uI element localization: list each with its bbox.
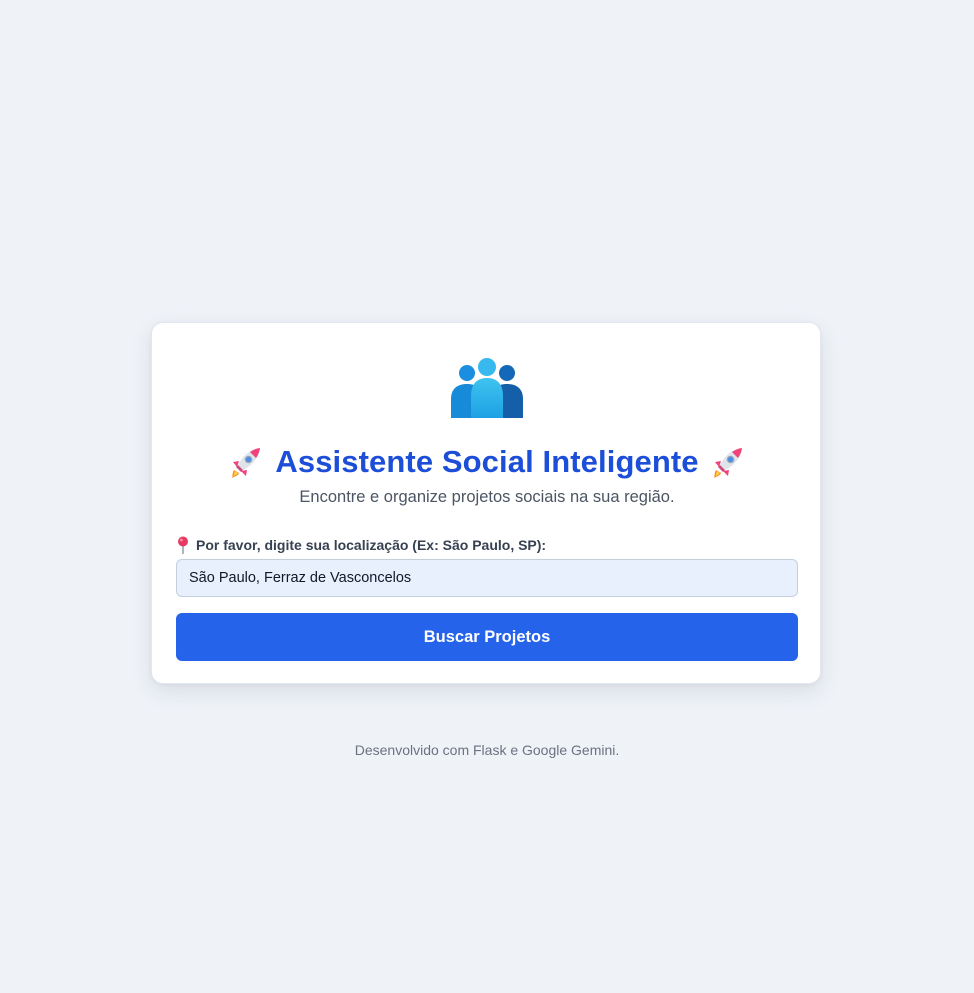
page-subtitle: Encontre e organize projetos sociais na … (299, 488, 675, 506)
title-row: Assistente Social Inteligente (152, 441, 822, 483)
rocket-icon (713, 448, 742, 478)
people-group-icon (451, 358, 523, 418)
page-title: Assistente Social Inteligente (275, 444, 699, 479)
location-input[interactable] (176, 559, 798, 597)
location-label: Por favor, digite sua localização (Ex: S… (196, 537, 547, 553)
rocket-icon (232, 448, 261, 478)
page: Assistente Social Inteligente Encontre e… (0, 0, 974, 993)
search-card: Assistente Social Inteligente Encontre e… (151, 322, 821, 684)
footer-credit: Desenvolvido com Flask e Google Gemini. (354, 742, 620, 758)
location-pin-icon (178, 536, 188, 554)
location-label-row: Por favor, digite sua localização (Ex: S… (177, 535, 546, 555)
search-projects-button[interactable]: Buscar Projetos (176, 613, 798, 661)
